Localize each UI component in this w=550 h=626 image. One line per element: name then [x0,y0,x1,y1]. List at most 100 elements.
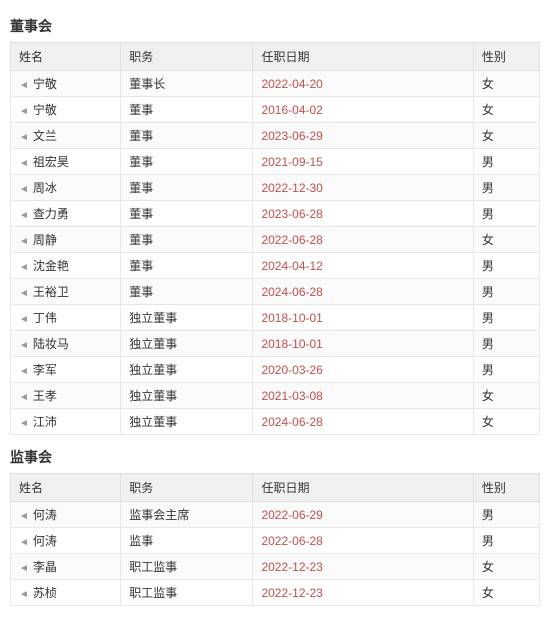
gender-cell: 男 [473,279,539,305]
arrow-icon: ◄ [19,236,29,247]
role-cell: 董事 [121,97,253,123]
name-cell[interactable]: ◄文兰 [11,123,121,149]
arrow-icon: ◄ [19,210,29,221]
date-cell: 2016-04-02 [253,97,473,123]
table-row: ◄江沛 独立董事 2024-06-28 女 [11,409,540,435]
table-row: ◄王孝 独立董事 2021-03-08 女 [11,383,540,409]
arrow-icon: ◄ [19,288,29,299]
table-row: ◄何涛 监事 2022-06-28 男 [11,528,540,554]
role-cell: 独立董事 [121,305,253,331]
arrow-icon: ◄ [19,184,29,195]
gender-cell: 男 [473,357,539,383]
board-col-date: 任职日期 [253,43,473,71]
name-cell[interactable]: ◄何涛 [11,528,121,554]
date-cell: 2021-09-15 [253,149,473,175]
arrow-icon: ◄ [19,158,29,169]
table-row: ◄沈金艳 董事 2024-04-12 男 [11,253,540,279]
role-cell: 董事 [121,227,253,253]
name-cell[interactable]: ◄苏桢 [11,580,121,606]
board-col-name: 姓名 [11,43,121,71]
table-row: ◄文兰 董事 2023-06-29 女 [11,123,540,149]
role-cell: 独立董事 [121,409,253,435]
table-row: ◄查力勇 董事 2023-06-28 男 [11,201,540,227]
role-cell: 董事 [121,201,253,227]
name-cell[interactable]: ◄王孝 [11,383,121,409]
name-cell[interactable]: ◄沈金艳 [11,253,121,279]
arrow-icon: ◄ [19,392,29,403]
date-cell: 2022-04-20 [253,71,473,97]
date-cell: 2024-04-12 [253,253,473,279]
gender-cell: 女 [473,409,539,435]
arrow-icon: ◄ [19,262,29,273]
arrow-icon: ◄ [19,511,29,522]
name-cell[interactable]: ◄江沛 [11,409,121,435]
table-row: ◄李晶 职工监事 2022-12-23 女 [11,554,540,580]
supervisory-col-gender: 性别 [473,474,539,502]
date-cell: 2022-12-23 [253,554,473,580]
date-cell: 2023-06-28 [253,201,473,227]
board-table: 姓名 职务 任职日期 性别 ◄宁敬 董事长 2022-04-20 女 ◄宁敬 董… [10,42,540,435]
date-cell: 2022-12-30 [253,175,473,201]
gender-cell: 女 [473,97,539,123]
supervisory-table: 姓名 职务 任职日期 性别 ◄何涛 监事会主席 2022-06-29 男 ◄何涛… [10,473,540,606]
table-row: ◄李军 独立董事 2020-03-26 男 [11,357,540,383]
table-row: ◄苏桢 职工监事 2022-12-23 女 [11,580,540,606]
role-cell: 董事 [121,149,253,175]
role-cell: 董事 [121,175,253,201]
name-cell[interactable]: ◄丁伟 [11,305,121,331]
name-cell[interactable]: ◄宁敬 [11,71,121,97]
board-section: 董事会 姓名 职务 任职日期 性别 ◄宁敬 董事长 2022-04-20 女 ◄… [10,16,540,435]
supervisory-col-role: 职务 [121,474,253,502]
name-cell[interactable]: ◄李军 [11,357,121,383]
role-cell: 董事 [121,253,253,279]
board-col-gender: 性别 [473,43,539,71]
name-cell[interactable]: ◄查力勇 [11,201,121,227]
gender-cell: 女 [473,383,539,409]
gender-cell: 男 [473,305,539,331]
arrow-icon: ◄ [19,418,29,429]
name-cell[interactable]: ◄李晶 [11,554,121,580]
table-row: ◄周静 董事 2022-06-28 女 [11,227,540,253]
supervisory-col-name: 姓名 [11,474,121,502]
date-cell: 2022-06-28 [253,227,473,253]
name-cell[interactable]: ◄宁敬 [11,97,121,123]
date-cell: 2024-06-28 [253,409,473,435]
role-cell: 董事 [121,279,253,305]
table-row: ◄王裕卫 董事 2024-06-28 男 [11,279,540,305]
date-cell: 2018-10-01 [253,305,473,331]
supervisory-header-row: 姓名 职务 任职日期 性别 [11,474,540,502]
arrow-icon: ◄ [19,537,29,548]
date-cell: 2023-06-29 [253,123,473,149]
gender-cell: 女 [473,554,539,580]
date-cell: 2022-06-29 [253,502,473,528]
role-cell: 独立董事 [121,383,253,409]
name-cell[interactable]: ◄王裕卫 [11,279,121,305]
arrow-icon: ◄ [19,589,29,600]
name-cell[interactable]: ◄祖宏昊 [11,149,121,175]
arrow-icon: ◄ [19,563,29,574]
supervisory-col-date: 任职日期 [253,474,473,502]
name-cell[interactable]: ◄周静 [11,227,121,253]
role-cell: 董事长 [121,71,253,97]
role-cell: 独立董事 [121,331,253,357]
name-cell[interactable]: ◄何涛 [11,502,121,528]
date-cell: 2020-03-26 [253,357,473,383]
gender-cell: 男 [473,175,539,201]
role-cell: 董事 [121,123,253,149]
gender-cell: 女 [473,227,539,253]
date-cell: 2024-06-28 [253,279,473,305]
gender-cell: 女 [473,580,539,606]
arrow-icon: ◄ [19,314,29,325]
board-title: 董事会 [10,16,540,36]
gender-cell: 男 [473,528,539,554]
table-row: ◄周冰 董事 2022-12-30 男 [11,175,540,201]
gender-cell: 男 [473,253,539,279]
role-cell: 独立董事 [121,357,253,383]
name-cell[interactable]: ◄陆妆马 [11,331,121,357]
table-row: ◄宁敬 董事 2016-04-02 女 [11,97,540,123]
table-row: ◄何涛 监事会主席 2022-06-29 男 [11,502,540,528]
name-cell[interactable]: ◄周冰 [11,175,121,201]
gender-cell: 女 [473,71,539,97]
date-cell: 2018-10-01 [253,331,473,357]
gender-cell: 男 [473,502,539,528]
